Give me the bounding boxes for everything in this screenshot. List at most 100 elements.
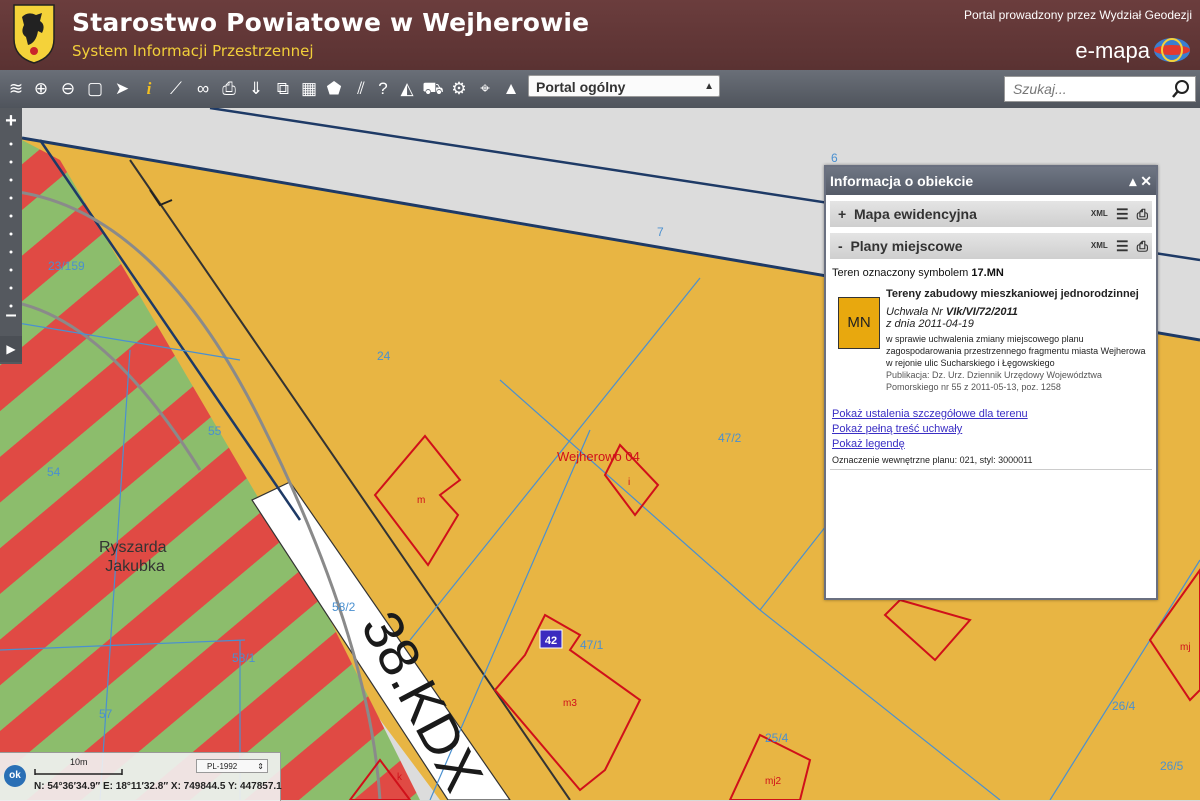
publication-text: Publikacja: Dz. Urz. Dziennik Urzędowy W… <box>886 370 1102 392</box>
header-bar: Starostwo Powiatowe w Wejherowie System … <box>0 0 1200 70</box>
list-icon[interactable]: ☰ <box>1116 233 1129 259</box>
portal-select-value: Portal ogólny <box>536 79 626 95</box>
parcel-label-6: 6 <box>831 151 838 165</box>
section-toggle[interactable]: + <box>838 206 846 222</box>
resolution-number: Uchwała Nr VIk/VI/72/2011 <box>886 306 1154 318</box>
scale-bar <box>34 769 123 775</box>
parcel-label-7: 7 <box>657 225 664 239</box>
link-icon[interactable]: ∞ <box>192 78 214 100</box>
section-toggle[interactable]: - <box>838 238 843 254</box>
building-label-i: i <box>628 477 630 488</box>
resolution-prefix: Uchwała Nr <box>886 306 946 318</box>
mountain-icon[interactable]: ▲ <box>500 78 522 100</box>
pointer-icon[interactable]: ➤ <box>111 78 133 100</box>
symbol-box: MN <box>838 297 880 349</box>
ok-button[interactable]: ok <box>4 765 26 787</box>
location-icon[interactable]: ⌖ <box>474 78 496 100</box>
panel-controls[interactable]: ▴ ✕ <box>1129 167 1152 195</box>
parcel-label-57: 57 <box>99 707 113 721</box>
settings-icon[interactable]: ⚙ <box>448 78 470 100</box>
layout-icon[interactable]: ▦ <box>298 78 320 100</box>
street-name-line1: Ryszarda <box>99 539 167 556</box>
resolution-id: VIk/VI/72/2011 <box>945 306 1018 318</box>
search-placeholder: Szukaj... <box>1013 81 1067 97</box>
xml-icon[interactable]: XML <box>1091 201 1108 227</box>
info-icon[interactable]: i <box>138 78 160 100</box>
parcel-label-25-4: 25/4 <box>765 731 789 745</box>
parcel-label-47-1: 47/1 <box>580 638 604 652</box>
link-detailed-rules[interactable]: Pokaż ustalenia szczegółowe dla terenu <box>832 408 1028 420</box>
zoom-bar: + – <box>0 108 22 364</box>
print-icon[interactable]: ⎙ <box>1137 233 1148 259</box>
street-name-line2: Jakubka <box>105 558 165 575</box>
site-subtitle: System Informacji Przestrzennej <box>72 42 314 60</box>
coat-of-arms-logo <box>13 4 55 64</box>
download-icon[interactable]: ⇓ <box>245 78 267 100</box>
parcel-label-54: 54 <box>47 465 61 479</box>
plan-description: Tereny zabudowy mieszkaniowej jednorodzi… <box>886 288 1154 393</box>
object-info-panel: Informacja o obiekcie ▴ ✕ + Mapa ewidenc… <box>824 165 1158 600</box>
section-mapa-ewidencyjna[interactable]: + Mapa ewidencyjna XML ☰ ⎙ <box>830 201 1152 227</box>
cart-icon[interactable]: ⛟ <box>422 78 444 100</box>
zoom-extent-icon[interactable]: ▢ <box>84 78 106 100</box>
tag-icon[interactable]: ⬟ <box>323 78 345 100</box>
expand-panel-icon[interactable]: ▶ <box>0 336 22 362</box>
search-icon[interactable] <box>1170 78 1190 100</box>
portal-select[interactable]: Portal ogólny ▲ <box>528 75 720 97</box>
panel-header: Informacja o obiekcie ▴ ✕ <box>826 167 1156 195</box>
precinct-label: Wejherowo 04 <box>557 449 640 464</box>
parcel-label-47-2: 47/2 <box>718 431 742 445</box>
measure-icon[interactable]: ⟋ <box>165 78 187 100</box>
building-label-mj: mj <box>1180 642 1191 653</box>
marker-number: 42 <box>545 635 557 647</box>
parcel-label-24: 24 <box>377 349 391 363</box>
link-full-resolution[interactable]: Pokaż pełną treść uchwały <box>832 423 962 435</box>
zoom-in-icon[interactable]: ⊕ <box>30 78 52 100</box>
hatch-icon[interactable]: ⫽ <box>350 78 372 100</box>
divider <box>830 469 1152 470</box>
terrain-icon[interactable]: ◭ <box>396 78 418 100</box>
list-icon[interactable]: ☰ <box>1116 201 1129 227</box>
brand-name: e-mapa <box>1075 38 1150 63</box>
link-legend[interactable]: Pokaż legendę <box>832 438 905 450</box>
emapa-logo <box>1154 38 1190 62</box>
zoom-out-icon[interactable]: ⊖ <box>57 78 79 100</box>
print-icon[interactable]: ⎙ <box>218 78 240 100</box>
zoom-slider-track[interactable] <box>9 136 13 316</box>
crs-select[interactable]: PL-1992 ⇕ <box>196 759 268 773</box>
zone-title: Tereny zabudowy mieszkaniowej jednorodzi… <box>886 288 1139 300</box>
portal-note: Portal prowadzony przez Wydział Geodezji <box>964 8 1192 22</box>
search-input[interactable]: Szukaj... <box>1004 76 1196 102</box>
internal-designation: Oznaczenie wewnętrzne planu: 021, styl: … <box>832 455 1033 465</box>
layers-icon[interactable]: ≋ <box>5 78 27 100</box>
parcel-label-58-2: 58/2 <box>332 600 356 614</box>
resolution-date: z dnia 2011-04-19 <box>886 318 974 330</box>
terrain-symbol: 17.MN <box>971 267 1004 279</box>
section-plany-miejscowe[interactable]: - Plany miejscowe XML ☰ ⎙ <box>830 233 1152 259</box>
chevron-updown-icon: ⇕ <box>257 762 264 771</box>
section-label: Plany miejscowe <box>850 238 963 254</box>
panel-title: Informacja o obiekcie <box>830 173 974 189</box>
parcel-label-58-1: 58/1 <box>232 651 256 665</box>
chevron-updown-icon: ▲ <box>704 81 714 92</box>
zoom-minus-button[interactable]: – <box>0 304 22 326</box>
section-label: Mapa ewidencyjna <box>853 206 977 222</box>
site-title: Starostwo Powiatowe w Wejherowie <box>72 8 590 37</box>
status-bar: ok 10m PL-1992 ⇕ N: 54°36′34.9″ E: 18°11… <box>0 752 282 801</box>
crs-value: PL-1992 <box>207 762 238 771</box>
building-label-mj2: mj2 <box>765 776 782 787</box>
building-label-m3: m3 <box>563 698 577 709</box>
zoom-plus-button[interactable]: + <box>0 110 22 132</box>
building-label-m: m <box>417 495 425 506</box>
parcel-label-55: 55 <box>208 424 222 438</box>
coordinate-readout: N: 54°36′34.9″ E: 18°11′32.8″ X: 749844.… <box>34 781 282 792</box>
scale-label: 10m <box>70 757 88 767</box>
parcel-label-26-5: 26/5 <box>1160 759 1184 773</box>
parcel-label-23-159: 23/159 <box>48 259 85 273</box>
help-icon[interactable]: ? <box>372 78 394 100</box>
resolution-text: w sprawie uchwalenia zmiany miejscowego … <box>886 334 1146 368</box>
parcel-label-26-4: 26/4 <box>1112 699 1136 713</box>
xml-icon[interactable]: XML <box>1091 233 1108 259</box>
export-icon[interactable]: ⧉ <box>272 78 294 100</box>
print-icon[interactable]: ⎙ <box>1137 201 1148 227</box>
